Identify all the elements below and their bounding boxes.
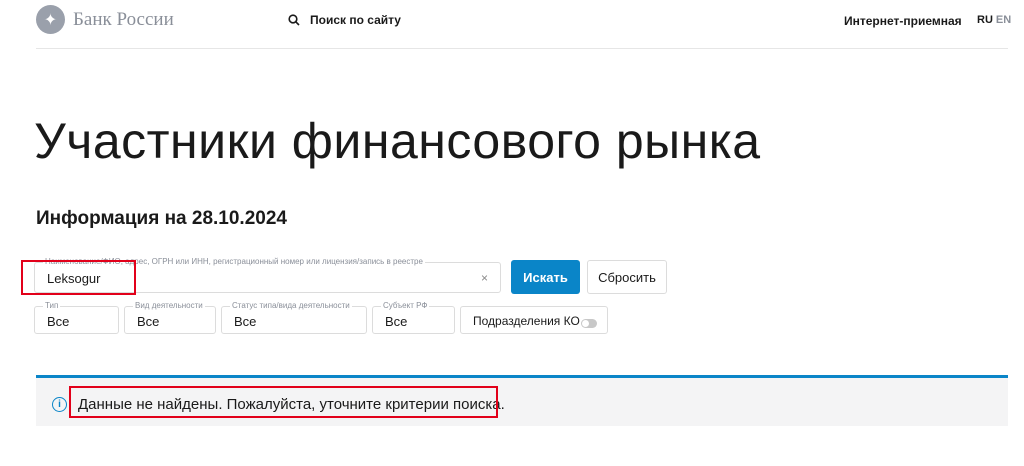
eagle-emblem-icon: ✦ xyxy=(36,5,65,34)
info-date: Информация на 28.10.2024 xyxy=(36,208,287,229)
lang-en[interactable]: EN xyxy=(996,14,1011,26)
info-icon: i xyxy=(52,397,67,412)
lang-ru[interactable]: RU xyxy=(977,14,993,26)
filter-label: Статус типа/вида деятельности xyxy=(230,301,352,310)
page-title: Участники финансового рынка xyxy=(34,113,761,169)
filter-status[interactable]: Статус типа/вида деятельности Все xyxy=(221,301,367,334)
filter-value: Все xyxy=(137,314,160,329)
filter-activity[interactable]: Вид деятельности Все xyxy=(124,301,216,334)
clear-icon[interactable]: × xyxy=(481,271,488,285)
highlight-box xyxy=(69,386,498,418)
filter-value: Все xyxy=(234,314,257,329)
toggle-switch[interactable] xyxy=(581,319,597,328)
site-search-link[interactable]: Поиск по сайту xyxy=(288,13,401,27)
filter-label: Тип xyxy=(43,301,61,310)
search-label: Поиск по сайту xyxy=(310,13,401,27)
filter-label: Вид деятельности xyxy=(133,301,205,310)
logo[interactable]: ✦ Банк России xyxy=(36,5,174,34)
search-icon xyxy=(288,14,300,26)
header-divider xyxy=(36,48,1008,49)
reset-button[interactable]: Сбросить xyxy=(587,260,667,294)
filter-value: Все xyxy=(385,314,408,329)
filter-label: Субъект РФ xyxy=(381,301,430,310)
highlight-box xyxy=(21,260,136,295)
toggle-label: Подразделения КО xyxy=(473,314,580,328)
reception-link[interactable]: Интернет-приемная xyxy=(844,14,962,28)
search-button[interactable]: Искать xyxy=(511,260,580,294)
language-switch: RU EN xyxy=(977,14,1011,26)
filter-value: Все xyxy=(47,314,70,329)
filter-region[interactable]: Субъект РФ Все xyxy=(372,301,455,334)
ko-divisions-toggle[interactable]: Подразделения КО xyxy=(460,306,608,334)
logo-text: Банк России xyxy=(73,8,174,30)
filter-type[interactable]: Тип Все xyxy=(34,301,119,334)
